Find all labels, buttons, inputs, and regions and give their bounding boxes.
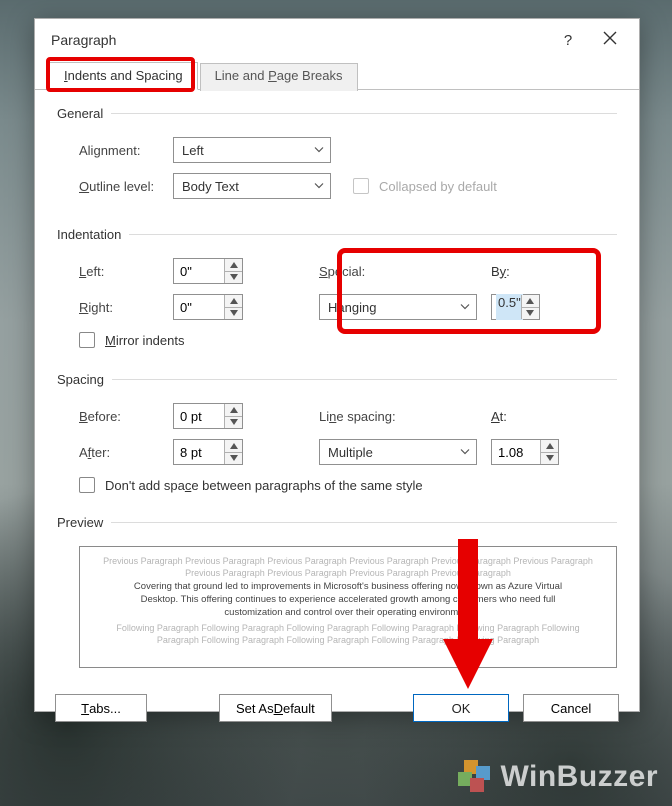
tab-indents-spacing[interactable]: Indents and Spacing bbox=[49, 62, 198, 90]
group-indentation: Indentation bbox=[57, 227, 617, 242]
row-spacing-after: After: Multiple bbox=[79, 439, 617, 465]
indent-by-input[interactable]: 0.5" bbox=[491, 294, 540, 320]
tab-line-page-breaks[interactable]: Line and Page Breaks bbox=[200, 63, 358, 91]
row-outline: Outline level: Body Text Collapsed by de… bbox=[79, 173, 617, 199]
after-input[interactable] bbox=[173, 439, 243, 465]
chevron-down-icon bbox=[314, 179, 324, 194]
tabs-button[interactable]: Tabs... bbox=[55, 694, 147, 722]
group-spacing: Spacing bbox=[57, 372, 617, 387]
titlebar: Paragraph ? bbox=[35, 19, 639, 61]
spinner-down-icon[interactable] bbox=[225, 307, 242, 320]
winbuzzer-logo-icon bbox=[458, 760, 492, 794]
preview-pane: Previous Paragraph Previous Paragraph Pr… bbox=[79, 546, 617, 668]
indentation-heading: Indentation bbox=[57, 227, 121, 242]
alignment-select[interactable]: Left bbox=[173, 137, 331, 163]
outline-select[interactable]: Body Text bbox=[173, 173, 331, 199]
paragraph-dialog: Paragraph ? Indents and Spacing Line and… bbox=[34, 18, 640, 712]
help-button[interactable]: ? bbox=[547, 19, 589, 61]
ok-button[interactable]: OK bbox=[413, 694, 509, 722]
indent-right-input[interactable] bbox=[173, 294, 243, 320]
tab-strip: Indents and Spacing Line and Page Breaks bbox=[35, 61, 639, 90]
spacing-heading: Spacing bbox=[57, 372, 104, 387]
group-general: General bbox=[57, 106, 617, 121]
row-spacing-before: Before: Line spacing: At: bbox=[79, 403, 617, 429]
row-indent-left: Left: Special: By: bbox=[79, 258, 617, 284]
preview-heading: Preview bbox=[57, 515, 103, 530]
no-space-same-style-checkbox[interactable]: Don't add space between paragraphs of th… bbox=[79, 477, 617, 493]
row-alignment: Alignment: Left bbox=[79, 137, 617, 163]
button-row: Tabs... Set As Default OK Cancel bbox=[35, 682, 639, 738]
watermark: WinBuzzer bbox=[458, 760, 658, 794]
set-default-button[interactable]: Set As Default bbox=[219, 694, 332, 722]
spinner-down-icon[interactable] bbox=[225, 271, 242, 284]
group-preview: Preview bbox=[57, 515, 617, 530]
spinner-up-icon[interactable] bbox=[225, 259, 242, 271]
spinner-up-icon[interactable] bbox=[522, 295, 539, 307]
spinner-down-icon[interactable] bbox=[522, 307, 539, 320]
general-heading: General bbox=[57, 106, 103, 121]
preview-sample-text: Covering that ground led to improvements… bbox=[98, 579, 598, 621]
collapsed-checkbox: Collapsed by default bbox=[353, 178, 497, 194]
chevron-down-icon bbox=[460, 445, 470, 460]
dialog-body: General Alignment: Left Outline level: B… bbox=[35, 90, 639, 682]
chevron-down-icon bbox=[314, 143, 324, 158]
mirror-indents-checkbox[interactable]: Mirror indents bbox=[79, 332, 617, 348]
close-icon bbox=[603, 31, 617, 49]
cancel-button[interactable]: Cancel bbox=[523, 694, 619, 722]
window-title: Paragraph bbox=[51, 32, 116, 48]
close-button[interactable] bbox=[589, 19, 631, 61]
row-indent-right: Right: Hanging 0.5" bbox=[79, 294, 617, 320]
before-input[interactable] bbox=[173, 403, 243, 429]
special-select[interactable]: Hanging bbox=[319, 294, 477, 320]
at-input[interactable] bbox=[491, 439, 559, 465]
spinner-up-icon[interactable] bbox=[225, 295, 242, 307]
indent-left-input[interactable] bbox=[173, 258, 243, 284]
line-spacing-select[interactable]: Multiple bbox=[319, 439, 477, 465]
chevron-down-icon bbox=[460, 300, 470, 315]
